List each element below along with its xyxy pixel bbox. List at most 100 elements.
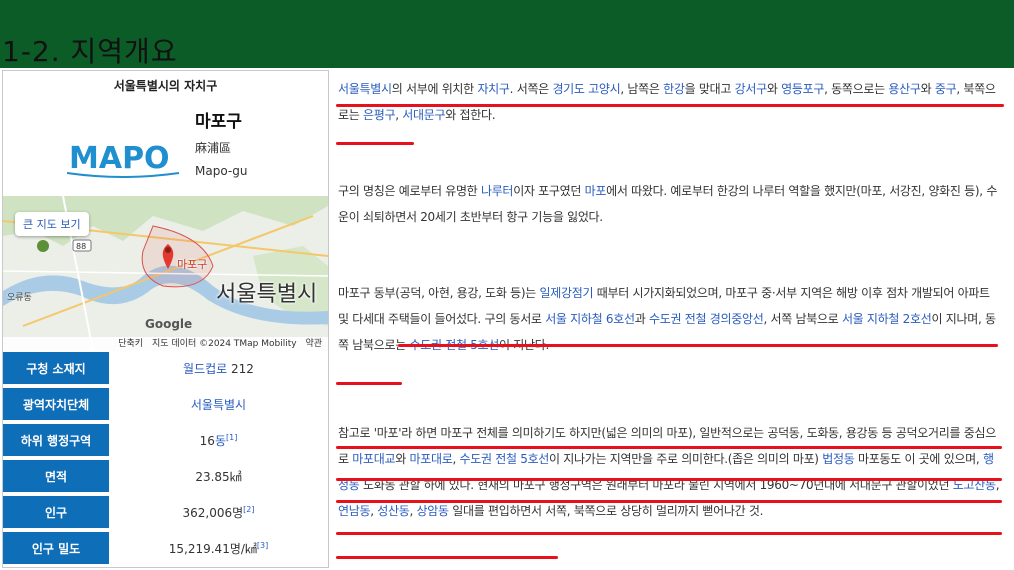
wiki-link[interactable]: 성산동 [377,504,410,518]
value-link[interactable]: 월드컵로 [183,362,227,376]
row-value: 월드컵로 212 [109,352,328,388]
wiki-link[interactable]: 서울 지하철 2호선 [842,312,932,326]
paragraph-text: 일대를 편입하면서 서쪽, 북쪽으로 상당히 멀리까지 뻗어나간 것. [448,504,764,518]
wiki-link[interactable]: 은평구 [363,108,396,122]
annotation-underline [336,556,558,559]
wiki-link[interactable]: 서울 지하철 6호선 [545,312,635,326]
district-hanja: 麻浦區 [195,141,232,155]
wiki-link[interactable]: 서대문구 [402,108,445,122]
row-value: 15,219.41명/㎢[3] [109,530,328,567]
logo-text: MAPO [69,141,170,176]
paragraph-text: , 남쪽은 [620,82,664,96]
wiki-link[interactable]: 상암동 [417,504,450,518]
row-value: 23.85㎢ [109,458,328,496]
row-key: 인구 밀도 [3,530,109,567]
wiki-link[interactable]: 법정동 [822,452,855,466]
map-city-label: 서울특별시 [216,282,318,307]
footnote-ref[interactable]: [3] [257,541,268,550]
footnote-ref[interactable]: [2] [243,505,254,514]
paragraph-text: . 서쪽은 [509,82,553,96]
value-text: 15,219.41명/㎢ [168,541,257,556]
wiki-link[interactable]: 일제강점기 [540,286,594,300]
wiki-link[interactable]: 한강 [663,82,685,96]
paragraph-name-origin: 구의 명칭은 예로부터 유명한 나루터이자 포구였던 마포에서 따왔다. 예로부… [338,178,1000,230]
paragraph-text: 의 서부에 위치한 [391,82,478,96]
paragraph-text: , [409,504,417,518]
paragraph-location: 서울특별시의 서부에 위치한 자치구. 서쪽은 경기도 고양시, 남쪽은 한강을… [338,76,1000,128]
row-key: 면적 [3,458,109,496]
mapo-logo: MAPO [66,141,180,178]
table-row: 구청 소재지 월드컵로 212 [3,352,328,388]
wiki-link[interactable]: 서울특별시 [338,82,392,96]
wiki-link[interactable]: 경기도 고양시 [552,82,620,96]
row-key: 하위 행정구역 [3,422,109,460]
paragraph-text: 구의 명칭은 예로부터 유명한 [338,184,481,198]
paragraph-text: 와 [766,82,782,96]
wiki-link[interactable]: 중구 [935,82,957,96]
infobox: 서울특별시의 자치구 MAPO 마포구 麻浦區 Mapo-gu 88 큰 지도 … [2,70,329,568]
google-mark: Google [145,317,193,331]
value-link[interactable]: 동 [215,434,226,448]
table-row: 하위 행정구역 16동[1] [3,422,328,460]
annotation-underline [336,500,1002,503]
district-roman: Mapo-gu [195,164,248,178]
table-row: 면적 23.85㎢ [3,458,328,496]
table-row: 광역자치단체 서울특별시 [3,386,328,424]
annotation-underline [336,382,402,385]
wiki-link[interactable]: 마포대로 [410,452,453,466]
row-key: 인구 [3,494,109,532]
wiki-link[interactable]: 강서구 [735,82,768,96]
annotation-underline [336,446,1002,449]
paragraph-text: , 동쪽으로는 [824,82,889,96]
terms-link[interactable]: 약관 [305,339,322,349]
location-map[interactable]: 88 큰 지도 보기 마포구 서울특별시 오류동 Google 단축키 지도 데… [3,196,328,351]
paragraph-text: , 서쪽 남북으로 [763,312,842,326]
wiki-link[interactable]: 나루터 [481,184,514,198]
row-value: 16동[1] [109,422,328,460]
value-text: 16 [199,433,215,448]
annotation-underline [336,532,1002,535]
table-row: 인구 362,006명[2] [3,494,328,532]
map-data-credit: 지도 데이터 ©2024 TMap Mobility [151,339,297,349]
infobox-table: 구청 소재지 월드컵로 212 광역자치단체 서울특별시 하위 행정구역 16동… [3,352,328,567]
row-key: 구청 소재지 [3,352,109,388]
row-key: 광역자치단체 [3,386,109,424]
wiki-link[interactable]: 마포대교 [352,452,395,466]
paragraph-text: 과 [634,312,649,326]
wiki-link[interactable]: 수도권 전철 경의중앙선 [649,312,764,326]
value-text: 212 [227,361,254,376]
large-map-button[interactable]: 큰 지도 보기 [15,212,89,236]
footnote-ref[interactable]: [1] [226,433,237,442]
paragraph-text: , [452,452,460,466]
shortcut-link[interactable]: 단축키 [118,339,143,349]
paragraph-text: 와 [395,452,410,466]
paragraph-text: 마포동도 이 곳에 있으며, [854,452,983,466]
paragraph-reference: 참고로 '마포'라 하면 마포구 전체를 의미하기도 하지만(넓은 의미의 마포… [338,420,1000,524]
table-row: 인구 밀도 15,219.41명/㎢[3] [3,530,328,567]
map-place-label: 오류동 [7,293,32,303]
wiki-link[interactable]: 마포 [585,184,607,198]
map-credit-bar: 단축키 지도 데이터 ©2024 TMap Mobility 약관 [3,337,328,351]
row-value: 362,006명[2] [109,494,328,532]
annotation-underline [336,478,1002,481]
road-number-label: 88 [76,242,86,251]
wiki-link[interactable]: 용산구 [888,82,921,96]
annotation-underline [336,142,414,145]
value-text: 362,006명 [182,505,244,520]
slide-title: 1-2. 지역개요 [2,35,178,68]
map-pin-label: 마포구 [177,258,208,271]
paragraph-text: 이자 포구였던 [513,184,585,198]
paragraph-text: 을 맞대고 [684,82,735,96]
wiki-link[interactable]: 수도권 전철 5호선 [460,452,550,466]
paragraph-text: 마포구 동부(공덕, 아현, 용강, 도화 등)는 [338,286,540,300]
value-link[interactable]: 서울특별시 [191,398,246,412]
annotation-underline [336,104,1004,107]
wiki-link[interactable]: 자치구 [477,82,510,96]
row-value: 서울특별시 [109,386,328,424]
paragraph-text: 와 [920,82,935,96]
paragraph-text: 이 지나가는 지역만을 주로 의미한다.(좁은 의미의 마포) [549,452,823,466]
wiki-link[interactable]: 연남동 [338,504,371,518]
district-name: 마포구 [195,112,242,132]
wiki-link[interactable]: 영등포구 [781,82,824,96]
annotation-underline [398,344,998,347]
